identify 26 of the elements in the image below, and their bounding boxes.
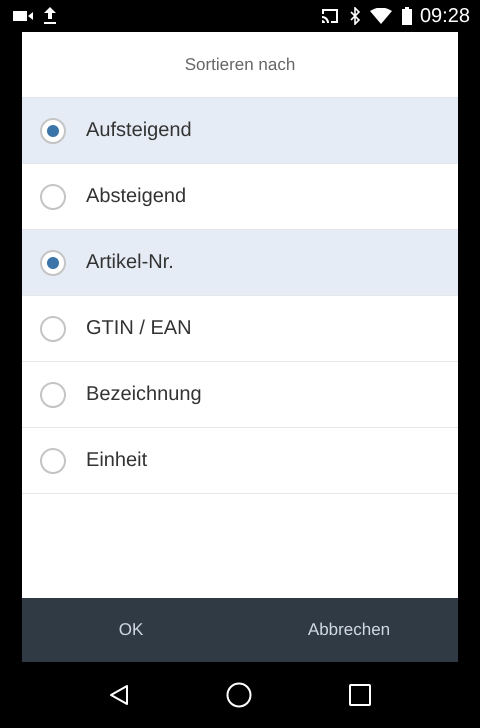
radio-button[interactable] — [40, 382, 66, 408]
radio-button[interactable] — [40, 184, 66, 210]
radio-button[interactable] — [40, 448, 66, 474]
option-label: Bezeichnung — [86, 383, 202, 406]
radio-button[interactable] — [40, 316, 66, 342]
bluetooth-icon — [348, 7, 361, 25]
radio-button[interactable] — [40, 250, 66, 276]
wifi-icon — [370, 8, 392, 24]
video-camera-icon — [13, 10, 35, 22]
option-label: Absteigend — [86, 185, 186, 208]
option-row[interactable]: Aufsteigend — [22, 98, 458, 164]
option-label: Einheit — [86, 449, 148, 472]
radio-button[interactable] — [40, 118, 66, 144]
option-label: GTIN / EAN — [86, 317, 192, 340]
clock-time: 09:28 — [420, 4, 470, 28]
option-label: Artikel-Nr. — [86, 251, 174, 274]
dialog-button[interactable]: OK — [22, 598, 240, 662]
recents-icon[interactable] — [349, 684, 372, 706]
back-icon[interactable] — [108, 684, 129, 706]
option-label: Aufsteigend — [86, 119, 192, 142]
home-icon[interactable] — [226, 682, 252, 708]
option-row[interactable]: Artikel-Nr. — [22, 230, 458, 296]
upload-icon — [43, 7, 57, 25]
dialog-button[interactable]: Abbrechen — [240, 598, 458, 662]
battery-icon — [402, 7, 412, 25]
cast-icon — [320, 8, 340, 24]
